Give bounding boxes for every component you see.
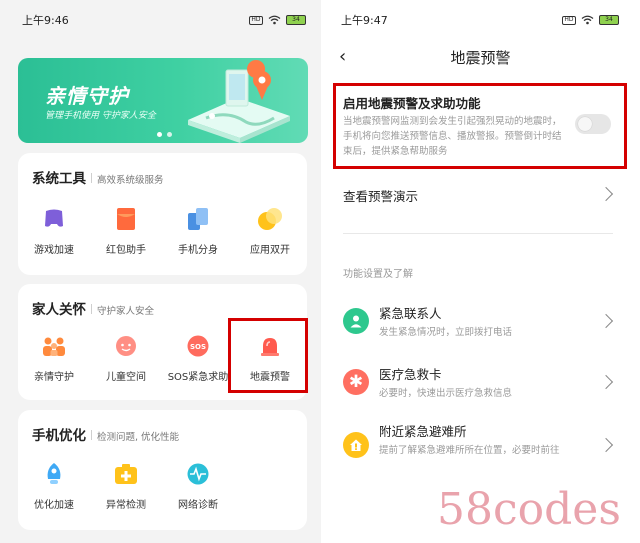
divider [91, 304, 92, 314]
card-subtitle: 守护家人安全 [97, 306, 155, 317]
page-dot[interactable] [167, 132, 172, 137]
emergency-contact-desc: 发生紧急情况时，立即拨打电话 [379, 327, 513, 338]
banner-title: 亲情守护 [45, 84, 129, 108]
red-packet-icon [114, 207, 138, 231]
battery-icon: 34 [286, 15, 306, 25]
tile-family-guard[interactable]: 亲情守护 [18, 334, 90, 383]
svg-text:SOS: SOS [190, 343, 206, 351]
nav-bar: ‹ 地震预警 [321, 40, 640, 74]
divider [91, 173, 92, 183]
wifi-icon [581, 15, 594, 25]
wifi-icon [268, 15, 281, 25]
status-bar: 上午9:47 HD 34 [341, 0, 619, 40]
tile-label: 优化加速 [34, 500, 74, 511]
tile-label: 异常检测 [106, 500, 146, 511]
tile-label: SOS紧急求助 [167, 372, 229, 383]
chevron-right-icon [598, 313, 614, 329]
dual-app-icon [258, 207, 282, 231]
status-time: 上午9:46 [22, 14, 69, 27]
phone-clone-icon [186, 207, 210, 231]
tile-sos[interactable]: SOS SOS紧急求助 [162, 334, 234, 383]
tile-label: 手机分身 [178, 245, 218, 256]
battery-icon: 34 [599, 15, 619, 25]
shelter-icon [343, 432, 369, 458]
status-bar: 上午9:46 HD 34 [22, 0, 306, 40]
site-watermark: 58codes [437, 484, 621, 535]
asterisk-icon: ✱ [343, 369, 369, 395]
child-face-icon [114, 334, 138, 358]
tile-red-packet[interactable]: 红包助手 [90, 207, 162, 256]
highlight-box-earthquake-tile [228, 318, 308, 393]
system-tools-card: 系统工具 高效系统级服务 游戏加速 红包助手 手机分身 应用双开 [18, 153, 307, 275]
chevron-right-icon [598, 374, 614, 390]
tile-network-diagnose[interactable]: 网络诊断 [162, 462, 234, 511]
tile-optimize-speedup[interactable]: 优化加速 [18, 462, 90, 511]
divider [91, 430, 92, 440]
tile-dual-app[interactable]: 应用双开 [234, 207, 306, 256]
page-dot-active[interactable] [157, 132, 162, 137]
chevron-right-icon [598, 186, 614, 202]
tile-game-speedup[interactable]: 游戏加速 [18, 207, 90, 256]
rocket-icon [42, 462, 66, 486]
medical-kit-icon [114, 462, 138, 486]
tile-label: 网络诊断 [178, 500, 218, 511]
signal-icon: HD [562, 15, 576, 25]
emergency-contact-title[interactable]: 紧急联系人 [379, 303, 442, 322]
left-screen: 上午9:46 HD 34 亲情守护 管理手机使用 守护家人安全 系统工具 高效系… [0, 0, 321, 543]
tile-phone-clone[interactable]: 手机分身 [162, 207, 234, 256]
tile-label: 亲情守护 [34, 372, 74, 383]
phone-optimize-card: 手机优化 检测问题, 优化性能 优化加速 异常检测 网络诊断 [18, 410, 307, 530]
right-screen: 上午9:47 HD 34 ‹ 地震预警 启用地震预警及求助功能 当地震预警网监测… [321, 0, 640, 543]
system-icons: HD 34 [249, 15, 306, 25]
banner-pagination[interactable] [157, 132, 172, 137]
signal-icon: HD [249, 15, 263, 25]
card-subtitle: 检测问题, 优化性能 [97, 432, 180, 443]
highlight-box-enable-option [333, 83, 627, 169]
optimize-grid: 优化加速 异常检测 网络诊断 [18, 462, 307, 511]
medical-card-desc: 必要时，快速出示医疗急救信息 [379, 388, 513, 399]
tool-grid: 游戏加速 红包助手 手机分身 应用双开 [18, 207, 307, 256]
view-demo-link[interactable]: 查看预警演示 [343, 186, 418, 205]
status-time: 上午9:47 [341, 14, 388, 27]
divider [343, 233, 613, 234]
nearby-shelter-desc: 提前了解紧急避难所所在位置，必要时前往 [379, 445, 560, 456]
tile-label: 红包助手 [106, 245, 146, 256]
tile-label: 儿童空间 [106, 372, 146, 383]
family-guard-banner[interactable]: 亲情守护 管理手机使用 守护家人安全 [18, 58, 308, 143]
gamepad-icon [42, 207, 66, 231]
medical-card-title[interactable]: 医疗急救卡 [379, 364, 442, 383]
page-title: 地震预警 [450, 49, 511, 67]
card-title: 家人关怀 [32, 302, 86, 318]
system-icons: HD 34 [562, 15, 619, 25]
card-title: 系统工具 [32, 171, 86, 187]
tile-label: 游戏加速 [34, 245, 74, 256]
card-header: 手机优化 检测问题, 优化性能 [32, 424, 179, 444]
card-subtitle: 高效系统级服务 [97, 175, 164, 186]
nearby-shelter-title[interactable]: 附近紧急避难所 [379, 421, 467, 440]
pulse-icon [186, 462, 210, 486]
tile-label: 应用双开 [250, 245, 290, 256]
section-header: 功能设置及了解 [343, 269, 413, 280]
chevron-right-icon [598, 437, 614, 453]
card-header: 家人关怀 守护家人安全 [32, 298, 154, 318]
card-header: 系统工具 高效系统级服务 [32, 167, 164, 187]
card-title: 手机优化 [32, 428, 86, 444]
family-icon [42, 334, 66, 358]
map-location-illustration [188, 60, 290, 143]
sos-icon: SOS [186, 334, 210, 358]
person-icon [343, 308, 369, 334]
tile-kids-space[interactable]: 儿童空间 [90, 334, 162, 383]
banner-subtitle: 管理手机使用 守护家人安全 [45, 111, 156, 121]
tile-anomaly-check[interactable]: 异常检测 [90, 462, 162, 511]
